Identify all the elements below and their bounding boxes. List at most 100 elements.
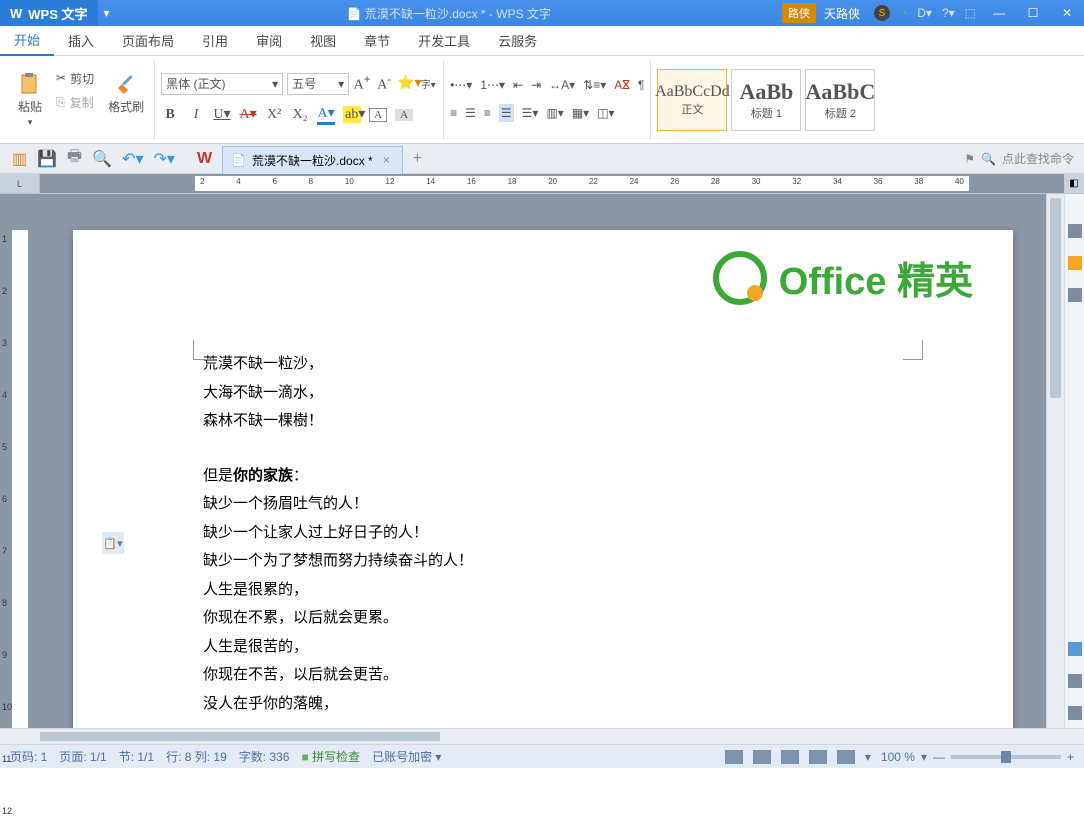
phonetic-button[interactable]: 字▾ — [419, 76, 437, 91]
horizontal-ruler[interactable]: 246810121416182022242628303234363840 — [40, 174, 1064, 193]
side-tool-2[interactable] — [1068, 256, 1082, 270]
status-section[interactable]: 节: 1/1 — [119, 748, 154, 765]
format-painter-button[interactable]: 格式刷 — [104, 68, 148, 132]
status-pages[interactable]: 页面: 1/1 — [59, 748, 106, 765]
view-dropdown[interactable]: ▾ — [865, 750, 871, 764]
document-page[interactable]: Office 精英 荒漠不缺一粒沙，大海不缺一滴水，森林不缺一棵樹！但是你的家族… — [73, 230, 1013, 728]
side-tool-4[interactable] — [1068, 642, 1082, 656]
close-tab-button[interactable]: × — [379, 153, 394, 167]
paste-options-icon[interactable]: 📋▾ — [102, 532, 124, 554]
highlight-button[interactable]: ab▾ — [343, 106, 361, 123]
scrollbar-thumb[interactable] — [1050, 198, 1061, 398]
side-tool-5[interactable] — [1068, 674, 1082, 688]
preview-icon[interactable]: 🔍 — [92, 149, 112, 169]
zoom-out-button[interactable]: — — [933, 750, 945, 764]
sort-button[interactable]: Aⴵ — [614, 78, 630, 92]
help-icon[interactable]: ?▾ — [942, 6, 955, 20]
document-tab[interactable]: 📄 荒漠不缺一粒沙.docx * × — [222, 146, 403, 174]
view-read[interactable] — [753, 750, 771, 764]
command-search[interactable]: ⚑ 🔍 点此查找命令 — [954, 150, 1084, 167]
new-tab-button[interactable]: + — [403, 150, 432, 168]
new-icon[interactable]: ▥ — [12, 149, 27, 169]
app-logo[interactable]: WWPS 文字 — [0, 0, 98, 26]
show-marks-button[interactable]: ¶ — [638, 78, 644, 92]
font-size-select[interactable]: 五号▾ — [287, 73, 349, 95]
superscript-button[interactable]: X² — [265, 107, 283, 123]
grow-font-button[interactable]: A+ — [353, 73, 371, 94]
hscroll-thumb[interactable] — [40, 732, 440, 741]
user-badge[interactable]: 路侠 — [782, 3, 816, 23]
underline-button[interactable]: U▾ — [213, 106, 231, 123]
restore-icon[interactable]: ⬚ — [965, 6, 976, 20]
font-color-button[interactable]: A▾ — [317, 105, 335, 125]
view-web[interactable] — [809, 750, 827, 764]
s-icon[interactable]: S — [874, 5, 890, 21]
cut-button[interactable]: ✂剪切 — [52, 68, 98, 89]
indent-button[interactable]: ⇥ — [531, 78, 541, 92]
subscript-button[interactable]: X₂ — [291, 107, 309, 123]
print-icon[interactable]: 🖶 — [67, 145, 82, 172]
shrink-font-button[interactable]: A- — [375, 73, 393, 94]
outdent-button[interactable]: ⇤ — [513, 78, 523, 92]
undo-icon[interactable]: ↶▾ — [122, 149, 143, 169]
menu-tab-3[interactable]: 引用 — [188, 26, 242, 56]
status-spellcheck[interactable]: 拼写检查 — [301, 748, 360, 765]
justify-button[interactable]: ☰ — [499, 104, 514, 122]
status-rowcol[interactable]: 行: 8 列: 19 — [166, 748, 227, 765]
align-center-button[interactable]: ☰ — [465, 106, 476, 120]
line-spacing-button[interactable]: ⇅≡▾ — [583, 78, 606, 92]
change-case-button[interactable]: ⭐▾ — [397, 75, 415, 92]
columns-button[interactable]: ▥▾ — [546, 106, 563, 120]
status-encrypt[interactable]: 已账号加密 ▾ — [372, 748, 441, 765]
distribute-button[interactable]: ☰▾ — [522, 106, 539, 120]
vertical-ruler[interactable]: 123456789101112 — [0, 194, 40, 728]
zoom-in-button[interactable]: + — [1067, 750, 1074, 764]
vertical-scrollbar[interactable] — [1046, 194, 1064, 728]
ruler-corner[interactable]: L — [0, 174, 40, 193]
menu-tab-0[interactable]: 开始 — [0, 26, 54, 56]
maximize-button[interactable]: ☐ — [1016, 0, 1050, 26]
redo-icon[interactable]: ↷▾ — [154, 149, 175, 169]
char-shading-button[interactable]: A — [395, 109, 413, 121]
style-preview-0[interactable]: AaBbCcDd正文 — [657, 69, 727, 131]
menu-tab-7[interactable]: 开发工具 — [404, 26, 484, 56]
strike-button[interactable]: A▾ — [239, 106, 257, 123]
paste-button[interactable]: 粘贴▾ — [14, 68, 46, 132]
align-right-button[interactable]: ≡ — [484, 106, 491, 120]
style-preview-2[interactable]: AaBbC标题 2 — [805, 69, 875, 131]
italic-button[interactable]: I — [187, 107, 205, 123]
view-outline[interactable] — [781, 750, 799, 764]
align-left-button[interactable]: ≡ — [450, 106, 457, 120]
username[interactable]: 天路侠 — [816, 5, 868, 22]
menu-tab-1[interactable]: 插入 — [54, 26, 108, 56]
font-family-select[interactable]: 黑体 (正文)▾ — [161, 73, 283, 95]
borders-button[interactable]: ◫▾ — [597, 106, 614, 120]
menu-tab-5[interactable]: 视图 — [296, 26, 350, 56]
numbering-button[interactable]: 1⋯▾ — [480, 78, 505, 92]
bold-button[interactable]: B — [161, 107, 179, 123]
char-border-button[interactable]: A — [369, 108, 387, 122]
horizontal-scrollbar[interactable] — [0, 728, 1084, 744]
document-body[interactable]: 荒漠不缺一粒沙，大海不缺一滴水，森林不缺一棵樹！但是你的家族：缺少一个扬眉吐气的… — [203, 350, 883, 718]
sync-icon[interactable]: ◔ — [900, 6, 907, 20]
zoom-slider[interactable] — [951, 755, 1061, 759]
side-tool-3[interactable] — [1068, 288, 1082, 302]
view-print-layout[interactable] — [725, 750, 743, 764]
side-tool-6[interactable] — [1068, 706, 1082, 720]
char-scale-button[interactable]: ↔A▾ — [549, 78, 575, 92]
minimize-button[interactable]: — — [982, 0, 1016, 26]
status-page[interactable]: 页码: 1 — [10, 748, 47, 765]
view-fullscreen[interactable] — [837, 750, 855, 764]
close-button[interactable]: ✕ — [1050, 0, 1084, 26]
menu-tab-4[interactable]: 审阅 — [242, 26, 296, 56]
shading-button[interactable]: ▦▾ — [572, 106, 589, 120]
zoom-level[interactable]: 100 % — [881, 750, 915, 764]
page-area[interactable]: Office 精英 荒漠不缺一粒沙，大海不缺一滴水，森林不缺一棵樹！但是你的家族… — [40, 194, 1046, 728]
app-menu-dropdown[interactable]: ▾ — [98, 6, 116, 20]
d-icon[interactable]: D▾ — [917, 6, 932, 20]
menu-tab-2[interactable]: 页面布局 — [108, 26, 188, 56]
status-words[interactable]: 字数: 336 — [239, 748, 290, 765]
save-icon[interactable]: 💾 — [37, 149, 57, 169]
menu-tab-8[interactable]: 云服务 — [484, 26, 551, 56]
style-preview-1[interactable]: AaBb标题 1 — [731, 69, 801, 131]
